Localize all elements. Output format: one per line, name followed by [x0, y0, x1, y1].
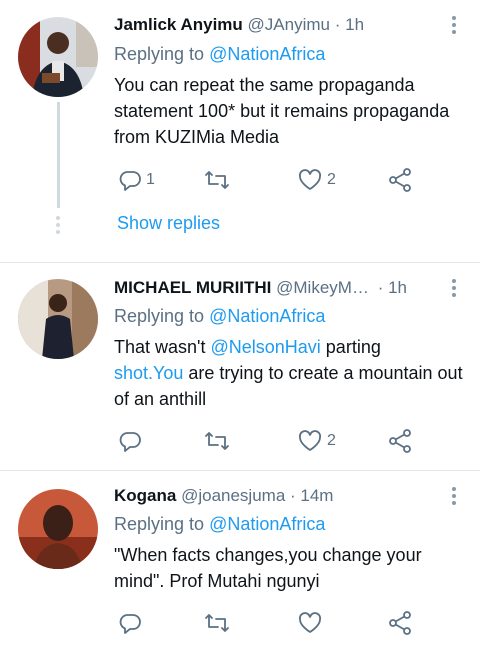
- avatar[interactable]: [18, 17, 98, 97]
- avatar[interactable]: [18, 489, 98, 569]
- share-button[interactable]: [387, 427, 413, 455]
- tweet-actions: 1 2: [114, 166, 434, 194]
- author-name[interactable]: Kogana: [114, 486, 176, 505]
- author-name[interactable]: Jamlick Anyimu: [114, 15, 243, 34]
- replying-to-label: Replying to: [114, 44, 210, 64]
- replying-to-label: Replying to: [114, 514, 210, 534]
- timestamp[interactable]: · 1h: [378, 278, 407, 297]
- thread-line: [57, 102, 60, 208]
- author-name[interactable]: MICHAEL MURIITHI: [114, 278, 271, 297]
- like-count: 2: [327, 432, 336, 449]
- reply-button[interactable]: 1: [118, 166, 155, 194]
- retweet-icon: [205, 171, 229, 189]
- share-icon: [389, 611, 411, 635]
- mention-link[interactable]: @NelsonHavi: [210, 337, 320, 357]
- tweet[interactable]: MICHAEL MURIITHI @MikeyM… · 1h Replying …: [0, 263, 480, 471]
- replying-to-mention[interactable]: @NationAfrica: [209, 44, 325, 64]
- show-replies-link[interactable]: Show replies: [117, 213, 220, 234]
- retweet-button[interactable]: [204, 609, 234, 637]
- tweet[interactable]: Kogana @joanesjuma · 14m Replying to @Na…: [0, 471, 480, 653]
- reply-button[interactable]: [118, 427, 146, 455]
- reply-button[interactable]: [118, 609, 146, 637]
- avatar[interactable]: [18, 279, 98, 359]
- more-options-icon[interactable]: [452, 279, 456, 300]
- share-icon: [389, 429, 411, 453]
- tweet-text: You can repeat the same propaganda state…: [114, 75, 450, 147]
- share-button[interactable]: [387, 609, 413, 637]
- retweet-icon: [205, 432, 229, 450]
- tweet-actions: [114, 609, 434, 637]
- author-handle[interactable]: @joanesjuma: [181, 486, 285, 505]
- like-button[interactable]: 2: [297, 427, 336, 455]
- author-handle[interactable]: @JAnyimu: [248, 15, 330, 34]
- replying-to-mention[interactable]: @NationAfrica: [209, 306, 325, 326]
- more-options-icon[interactable]: [452, 487, 456, 508]
- replying-to: Replying to @NationAfrica: [114, 512, 325, 536]
- retweet-icon: [205, 614, 229, 632]
- retweet-button[interactable]: [204, 166, 234, 194]
- tweet-text-part: parting: [320, 337, 381, 357]
- tweet-text-part: That wasn't: [114, 337, 211, 357]
- tweet-text: That wasn't @NelsonHavi parting shot.You…: [114, 334, 464, 412]
- heart-icon: [298, 169, 322, 190]
- more-options-icon[interactable]: [452, 16, 456, 37]
- thread-dots: [56, 216, 60, 237]
- timestamp[interactable]: · 1h: [335, 15, 364, 34]
- reply-count: 1: [146, 171, 155, 188]
- share-icon: [389, 168, 411, 192]
- like-button[interactable]: [297, 609, 327, 637]
- share-button[interactable]: [387, 166, 413, 194]
- replying-to: Replying to @NationAfrica: [114, 42, 325, 66]
- author-handle[interactable]: @MikeyM…: [276, 278, 369, 297]
- heart-icon: [298, 612, 322, 633]
- reply-icon: [119, 614, 141, 634]
- tweet-text: "When facts changes,you change your mind…: [114, 545, 422, 591]
- tweet[interactable]: Jamlick Anyimu @JAnyimu · 1h Replying to…: [0, 0, 480, 262]
- reply-icon: [119, 432, 141, 452]
- timestamp[interactable]: · 14m: [290, 486, 333, 505]
- url-link[interactable]: shot.You: [114, 363, 183, 383]
- like-button[interactable]: 2: [297, 166, 336, 194]
- like-count: 2: [327, 171, 336, 188]
- retweet-button[interactable]: [204, 427, 234, 455]
- heart-icon: [298, 430, 322, 451]
- reply-icon: [119, 171, 141, 191]
- tweet-actions: 2: [114, 427, 434, 455]
- replying-to: Replying to @NationAfrica: [114, 304, 325, 328]
- replying-to-mention[interactable]: @NationAfrica: [209, 514, 325, 534]
- replying-to-label: Replying to: [114, 306, 210, 326]
